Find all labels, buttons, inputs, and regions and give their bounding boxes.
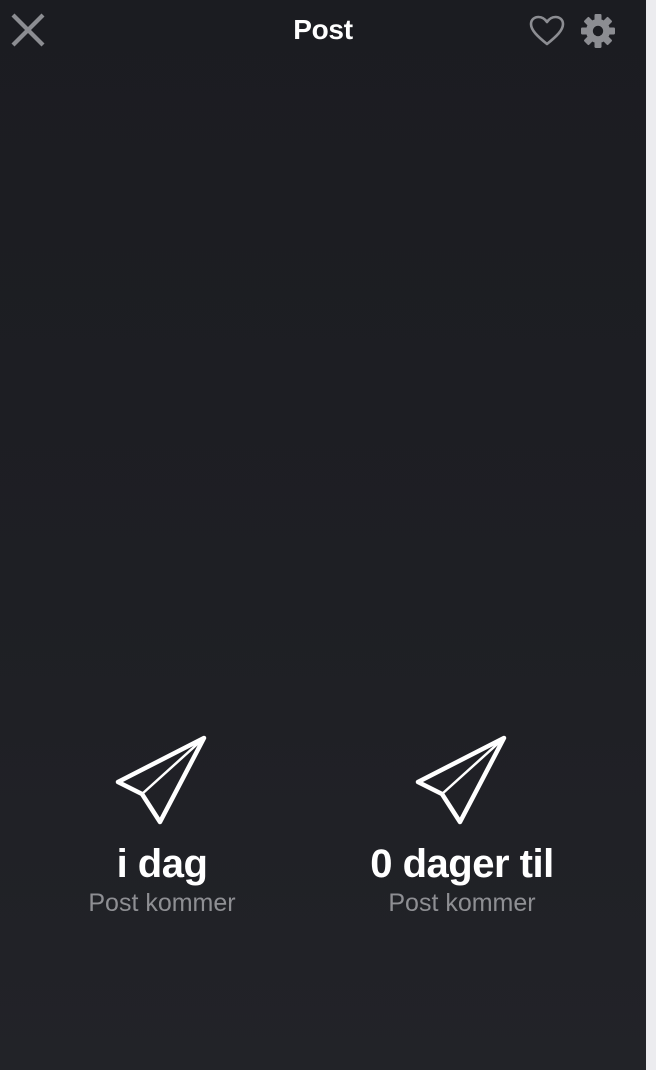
days-until-mail-label: Post kommer — [388, 889, 536, 917]
heart-outline-icon — [529, 15, 565, 46]
settings-button[interactable] — [577, 10, 619, 52]
mail-today-card: i dag Post kommer — [2, 734, 322, 918]
days-until-mail-value: 0 dager til — [370, 842, 554, 886]
mail-today-value: i dag — [116, 842, 208, 886]
mail-today-label: Post kommer — [88, 889, 236, 917]
app-panel: Post i dag Post kommer 0 dager til Post … — [0, 0, 646, 1070]
paper-plane-icon — [115, 735, 207, 825]
paper-plane-icon — [415, 735, 507, 825]
gear-icon — [581, 14, 615, 48]
scrollbar-track[interactable] — [646, 0, 656, 1070]
favorite-button[interactable] — [526, 12, 568, 50]
days-until-mail-card: 0 dager til Post kommer — [302, 734, 622, 918]
